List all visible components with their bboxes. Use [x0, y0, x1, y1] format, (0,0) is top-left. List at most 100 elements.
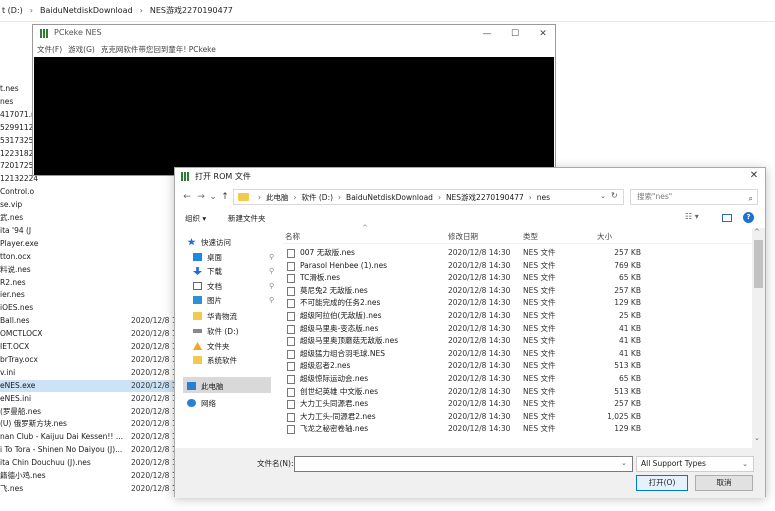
sidebar-item-9[interactable]: 此电脑: [187, 380, 224, 392]
refresh-icon[interactable]: ↻: [611, 191, 618, 200]
sidebar-item-10[interactable]: 网络: [187, 397, 216, 409]
menu-game[interactable]: 游戏(G): [68, 44, 95, 56]
pin-icon[interactable]: ⚲: [269, 282, 274, 290]
view-options-icon[interactable]: ☷ ▾: [685, 212, 699, 221]
sidebar-item-4[interactable]: 图片 ⚲: [193, 294, 274, 306]
desktop-icon: [193, 253, 202, 261]
address-baidu[interactable]: BaiduNetdiskDownload: [346, 193, 433, 202]
vertical-scrollbar[interactable]: ^ ⌄: [752, 228, 765, 448]
warning-icon: [193, 342, 202, 350]
background-file-name: ita Chin Douchuu (J).nes: [0, 458, 91, 468]
file-row[interactable]: 超级惊际运动会.nes 2020/12/8 14:30 NES 文件 65 KB: [283, 373, 753, 386]
address-bar[interactable]: › 此电脑 › 软件 (D:) › BaiduNetdiskDownload ›…: [233, 189, 624, 205]
column-header-date[interactable]: 修改日期: [448, 231, 478, 243]
dialog-logo-icon: [181, 172, 191, 181]
address-separator: ›: [338, 192, 342, 202]
recent-locations-icon[interactable]: ⌄: [207, 191, 219, 203]
scroll-up-icon[interactable]: ^: [754, 228, 760, 236]
address-this-pc[interactable]: 此电脑: [266, 192, 289, 203]
maximize-button[interactable]: ☐: [508, 27, 522, 41]
nes-file-icon: [287, 375, 295, 384]
pin-icon[interactable]: ⚲: [269, 296, 274, 304]
filename-label: 文件名(N):: [257, 459, 294, 468]
pin-icon[interactable]: ⚲: [269, 253, 274, 261]
scroll-down-icon[interactable]: ⌄: [754, 434, 760, 442]
nes-file-icon: [287, 337, 295, 347]
file-row[interactable]: 不可能完成的任务2.nes 2020/12/8 14:30 NES 文件 129 KB: [283, 297, 753, 310]
menu-file[interactable]: 文件(F): [37, 44, 62, 56]
help-icon[interactable]: ?: [743, 212, 754, 223]
file-row[interactable]: 大力工头-同源君2.nes 2020/12/8 14:30 NES 文件 1,025 …: [283, 411, 753, 424]
document-icon: [193, 282, 202, 290]
file-row[interactable]: 创世纪英雄 中文版.nes 2020/12/8 14:30 NES 文件 513 KB: [283, 386, 753, 399]
file-row[interactable]: 超级阿拉伯(无敌版).nes 2020/12/8 14:30 NES 文件 25 KB: [283, 310, 753, 323]
open-button[interactable]: 打开(O): [636, 475, 688, 491]
emulator-screen[interactable]: [34, 57, 554, 175]
background-file-date: 2020/12/8 1: [131, 316, 177, 326]
breadcrumb-nes-folder[interactable]: NES游戏2270190477: [150, 5, 233, 16]
up-arrow-icon[interactable]: ↑: [219, 191, 231, 203]
file-row[interactable]: 飞龙之秘密卷轴.nes 2020/12/8 14:30 NES 文件 129 KB: [283, 423, 753, 436]
breadcrumb-drive[interactable]: t (D:): [2, 6, 23, 15]
file-row[interactable]: 超级忍者2.nes 2020/12/8 14:30 NES 文件 513 KB: [283, 360, 753, 373]
search-input[interactable]: 搜索"nes" ⌕: [630, 189, 758, 205]
pckeke-window: PCkeke NES — ☐ ✕ 文件(F) 游戏(G) 克克网软件带您回到童年…: [32, 24, 556, 176]
new-folder-button[interactable]: 新建文件夹: [228, 213, 266, 224]
search-placeholder: 搜索"nes": [637, 192, 673, 201]
close-button[interactable]: ✕: [536, 27, 550, 41]
column-header-type[interactable]: 类型: [523, 231, 538, 243]
nes-file-icon: [287, 412, 295, 422]
filetype-select[interactable]: All Support Types ⌄: [636, 456, 754, 472]
file-size: 1,025 KB: [607, 411, 641, 421]
sidebar-item-2[interactable]: 下载 ⚲: [193, 265, 274, 277]
pin-icon[interactable]: ⚲: [269, 267, 274, 275]
sidebar-item-label: 快速访问: [201, 237, 231, 247]
column-header-size[interactable]: 大小: [597, 231, 612, 243]
file-row[interactable]: Parasol Henbee (1).nes 2020/12/8 14:30 NES…: [283, 260, 753, 273]
menu-promo[interactable]: 克克网软件带您回到童年! PCkeke: [101, 44, 216, 56]
minimize-button[interactable]: —: [480, 27, 494, 41]
organize-button[interactable]: 组织 ▾: [185, 213, 206, 224]
search-icon[interactable]: ⌕: [749, 192, 753, 206]
file-type: NES 文件: [523, 361, 556, 371]
background-file-date: 2020/12/8 1: [131, 471, 177, 480]
address-nes[interactable]: nes: [537, 193, 550, 202]
sidebar-item-6[interactable]: 软件 (D:): [193, 325, 239, 337]
file-row[interactable]: 超级马里奥顶蘑菇无敌版.nes 2020/12/8 14:30 NES 文件 41 K…: [283, 335, 753, 348]
sidebar-item-3[interactable]: 文档 ⚲: [193, 280, 274, 292]
background-file-name: (U) 俄罗斯方块.nes: [0, 419, 67, 429]
background-file-date: 2020/12/8 1: [131, 445, 177, 455]
file-row[interactable]: 大力工头同源君.nes 2020/12/8 14:30 NES 文件 257 KB: [283, 398, 753, 411]
sidebar-item-1[interactable]: 桌面 ⚲: [193, 251, 274, 263]
sidebar-item-0[interactable]: 快速访问: [187, 236, 231, 248]
cancel-button[interactable]: 取消: [695, 475, 753, 491]
file-type: NES 文件: [523, 411, 556, 421]
preview-pane-icon[interactable]: [722, 214, 732, 222]
file-row[interactable]: TC滑板.nes 2020/12/8 14:30 NES 文件 65 KB: [283, 272, 753, 285]
address-separator: ›: [528, 192, 532, 202]
back-arrow-icon[interactable]: ←: [181, 191, 193, 203]
column-header-name[interactable]: 名称: [285, 231, 300, 243]
pckeke-titlebar[interactable]: PCkeke NES — ☐ ✕: [33, 25, 555, 43]
breadcrumb-baidu[interactable]: BaiduNetdiskDownload: [40, 6, 133, 15]
dialog-titlebar[interactable]: 打开 ROM 文件 ✕: [175, 168, 765, 186]
file-date: 2020/12/8 14:30: [448, 248, 511, 257]
pckeke-logo-icon: [40, 29, 50, 38]
address-dropdown-icon[interactable]: ⌄: [600, 192, 606, 200]
address-nes-game[interactable]: NES游戏2270190477: [446, 192, 524, 203]
file-row[interactable]: 超级猛力组合羽毛球.NES 2020/12/8 14:30 NES 文件 41 KB: [283, 348, 753, 361]
sidebar-item-7[interactable]: 文件夹: [193, 340, 230, 352]
filename-input[interactable]: [294, 456, 633, 472]
file-row[interactable]: 007 无敌版.nes 2020/12/8 14:30 NES 文件 257 KB: [283, 247, 753, 260]
sidebar-item-5[interactable]: 华青物流: [193, 310, 237, 322]
dialog-close-button[interactable]: ✕: [747, 169, 761, 183]
filename-dropdown-icon[interactable]: ⌄: [621, 459, 627, 467]
file-name: 大力工头-同源君2.nes: [300, 411, 376, 421]
star-icon: [187, 238, 196, 246]
sidebar-item-8[interactable]: 系统软件: [193, 354, 237, 366]
file-row[interactable]: 莫尼兔2 无敌版.nes 2020/12/8 14:30 NES 文件 257 KB: [283, 285, 753, 298]
file-row[interactable]: 超级马里奥-变态版.nes 2020/12/8 14:30 NES 文件 41 KB: [283, 323, 753, 336]
address-drive[interactable]: 软件 (D:): [302, 192, 334, 203]
forward-arrow-icon[interactable]: →: [195, 191, 207, 203]
scrollbar-thumb[interactable]: [754, 240, 763, 288]
